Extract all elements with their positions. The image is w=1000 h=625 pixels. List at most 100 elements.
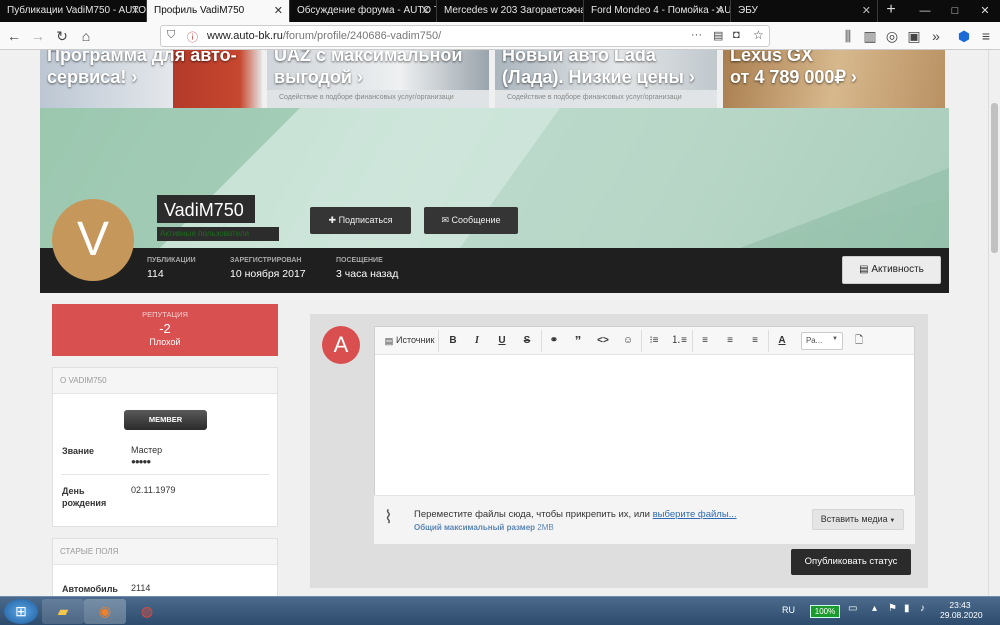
ad-banner-2[interactable]: UAZ с максимальной выгодой › Содействие в… (267, 50, 489, 108)
link-icon[interactable]: ⚭ (546, 334, 562, 348)
ad-banner-3[interactable]: Новый авто Lada (Лада). Низкие цены › Сод… (495, 50, 717, 108)
follow-button[interactable]: ✚ Подписаться (310, 207, 411, 234)
battery-indicator[interactable]: 100% (810, 605, 840, 618)
max-size-value: 2MB (537, 523, 554, 532)
tab-profile[interactable]: Профиль VadiM750 ✕ (147, 0, 290, 22)
ad-banner-1[interactable]: Программа для авто-сервиса! › (40, 50, 262, 108)
underline-icon[interactable]: U (494, 334, 510, 348)
minimize-button[interactable]: — (910, 0, 940, 22)
tab-ford-mondeo[interactable]: Ford Mondeo 4 - Помойка - AU ✕ (584, 0, 731, 22)
close-icon[interactable]: ✕ (421, 0, 430, 22)
max-size-info: Общий максимальный размер 2MB (414, 523, 554, 532)
bold-icon[interactable]: B (445, 334, 461, 348)
emoji-icon[interactable]: ☺ (620, 334, 636, 348)
web-page: Программа для авто-сервиса! › UAZ с макс… (0, 50, 988, 596)
chrome-icon[interactable]: ◍ (126, 599, 168, 624)
address-bar[interactable]: ⛉ ⓘ www.auto-bk.ru/forum/profile/240686-… (160, 25, 770, 47)
profile-role: Активные пользователи (157, 227, 279, 241)
publish-status-button[interactable]: Опубликовать статус (791, 549, 911, 575)
align-center-icon[interactable]: ≡ (722, 334, 738, 348)
page-scrollbar[interactable] (988, 50, 1000, 596)
align-right-icon[interactable]: ≡ (747, 334, 763, 348)
strikethrough-icon[interactable]: S (519, 334, 535, 348)
ad-title: Новый авто Lada (Лада). Низкие цены › (502, 50, 695, 87)
sidebar-icon[interactable]: ▥ (860, 26, 880, 46)
volume-icon[interactable]: ♪ (920, 603, 925, 614)
bookmark-star-icon[interactable]: ☆ (753, 28, 764, 42)
library-icon[interactable]: ⫼ (838, 26, 858, 46)
home-icon[interactable]: ⌂ (76, 26, 96, 46)
overflow-icon[interactable]: » (926, 26, 946, 46)
italic-icon[interactable]: I (469, 334, 485, 348)
caret-down-icon: ▼ (887, 518, 896, 524)
maximize-button[interactable]: □ (940, 0, 970, 22)
choose-files-link[interactable]: выберите файлы... (653, 509, 737, 520)
battery-icon[interactable]: ▭ (848, 603, 857, 614)
insert-media-button[interactable]: Вставить медиа ▼ (812, 509, 904, 530)
car-label: Автомобиль (62, 584, 118, 594)
code-icon[interactable]: <> (595, 334, 611, 348)
explorer-icon[interactable]: ▰ (42, 599, 84, 624)
new-tab-button[interactable]: + (878, 0, 904, 22)
tray-arrow-icon[interactable]: ▴ (872, 603, 877, 614)
network-icon[interactable]: ▮ (904, 603, 910, 614)
close-icon[interactable]: ✕ (862, 0, 871, 22)
firefox-icon[interactable]: ◉ (84, 599, 126, 624)
page-actions-icon[interactable]: ··· (691, 29, 702, 41)
reader-view-icon[interactable]: ▣ (904, 26, 924, 46)
reputation-card: РЕПУТАЦИЯ -2 Плохой (52, 304, 278, 356)
tab-publications[interactable]: Публикации VadiM750 - AUTO ✕ (0, 0, 147, 22)
menu-icon[interactable]: ≡ (976, 26, 996, 46)
close-icon[interactable]: ✕ (131, 0, 140, 22)
navigation-toolbar: ← → ↻ ⌂ ⛉ ⓘ www.auto-bk.ru/forum/profile… (0, 22, 1000, 50)
close-icon[interactable]: ✕ (715, 0, 724, 22)
attachment-area[interactable]: ⌇ Переместите файлы сюда, чтобы прикрепи… (374, 495, 915, 544)
text-color-icon[interactable]: A (774, 334, 790, 348)
bullet-list-icon[interactable]: ⁝≡ (646, 334, 662, 348)
divider (61, 474, 269, 475)
scrollbar-thumb[interactable] (991, 103, 998, 253)
message-button[interactable]: ✉ Сообщение (424, 207, 518, 234)
url-text[interactable]: www.auto-bk.ru/forum/profile/240686-vadi… (207, 30, 441, 42)
reader-icon[interactable]: ▤ (713, 29, 723, 42)
tab-mercedes[interactable]: Mercedes w 203 Загорается на ✕ (437, 0, 584, 22)
envelope-icon: ✉ (441, 215, 452, 225)
close-window-button[interactable]: ✕ (970, 0, 1000, 22)
shield-icon[interactable]: ⛉ (167, 29, 175, 42)
site-info-icon[interactable]: ⓘ (187, 29, 198, 45)
preview-icon[interactable]: 🗋 (851, 334, 867, 348)
birthday-value: 02.11.1979 (131, 485, 176, 495)
old-fields-header: СТАРЫЕ ПОЛЯ (53, 539, 277, 565)
windows-taskbar: ⊞ ▰ ◉ ◍ RU 100% ▭ ▴ ⚑ ▮ ♪ 23:43 29.08.202… (0, 596, 1000, 625)
user-plus-icon: ✚ (328, 215, 339, 225)
rank-label: Звание (62, 446, 95, 456)
browser-tab-bar: Публикации VadiM750 - AUTO ✕ Профиль Vadi… (0, 0, 1000, 22)
pocket-icon[interactable]: ◘ (733, 29, 740, 41)
forward-icon[interactable]: → (28, 26, 48, 46)
account-icon[interactable]: ◎ (882, 26, 902, 46)
source-button[interactable]: Источник (396, 335, 434, 345)
clock[interactable]: 23:43 29.08.2020 (940, 600, 983, 620)
quote-icon[interactable]: ” (570, 334, 586, 348)
back-icon[interactable]: ← (4, 26, 24, 46)
source-icon[interactable]: ▤ (381, 334, 397, 348)
activity-button[interactable]: ▤ Активность (842, 256, 941, 284)
start-button-icon[interactable]: ⊞ (4, 599, 38, 624)
language-indicator[interactable]: RU (782, 605, 795, 615)
tab-forum-discussion[interactable]: Обсуждение форума - AUTO Т ✕ (290, 0, 437, 22)
stat-value: 10 ноября 2017 (230, 268, 306, 280)
reload-icon[interactable]: ↻ (52, 26, 72, 46)
activity-label: Активность (871, 264, 924, 275)
ad-banner-4[interactable]: Lexus GX от 4 789 000₽ › (723, 50, 945, 108)
font-size-select[interactable]: Ра... ▼ (801, 332, 843, 350)
profile-avatar[interactable]: V (52, 199, 134, 281)
close-icon[interactable]: ✕ (568, 0, 577, 22)
clock-date: 29.08.2020 (940, 610, 983, 620)
numbered-list-icon[interactable]: ⒈≡ (671, 334, 687, 348)
extensions-icon[interactable]: ⬢ (954, 26, 974, 46)
about-card: О VADIM750 MEMBER Звание Мастер ●●●●● Де… (52, 367, 278, 527)
close-icon[interactable]: ✕ (274, 0, 283, 22)
align-left-icon[interactable]: ≡ (697, 334, 713, 348)
flag-icon[interactable]: ⚑ (888, 603, 897, 614)
tab-ebu[interactable]: ЭБУ ✕ (731, 0, 878, 22)
